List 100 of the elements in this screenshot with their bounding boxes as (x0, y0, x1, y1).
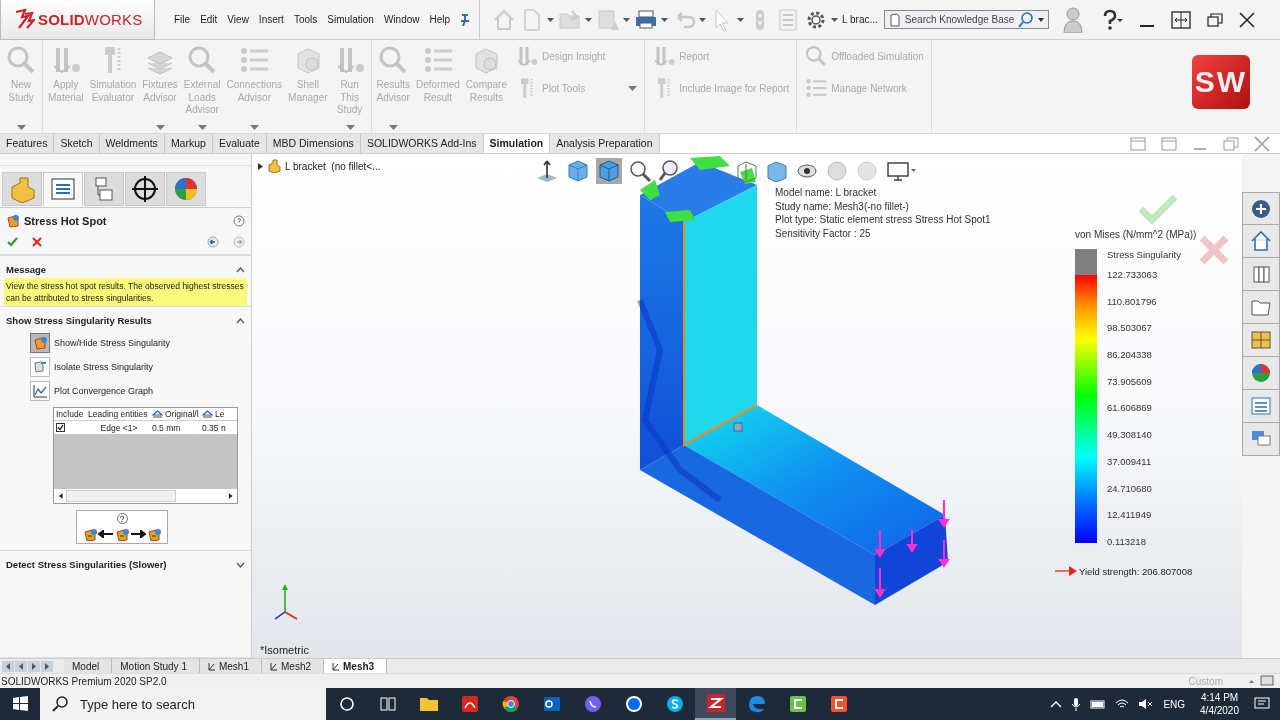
pin-icon[interactable] (459, 13, 470, 26)
microphone-icon[interactable] (1071, 697, 1082, 711)
shaded-cube-icon[interactable] (596, 158, 622, 184)
study-tab[interactable]: Mesh2 (262, 659, 324, 673)
scroll-first-icon[interactable] (2, 660, 14, 672)
ok-check-icon[interactable] (7, 237, 18, 247)
command-tab[interactable]: Analysis Preparation (550, 134, 660, 153)
section-view-icon[interactable] (736, 160, 758, 182)
menu-item[interactable]: Edit (195, 14, 223, 25)
scroll-prev-icon[interactable] (15, 660, 27, 672)
study-tab[interactable]: Model (64, 659, 113, 673)
menu-item[interactable]: Window (378, 14, 425, 25)
chevron-up-icon[interactable] (1050, 700, 1063, 708)
close-icon[interactable] (1238, 11, 1255, 28)
study-tab[interactable]: Mesh1 (199, 659, 262, 673)
caret-icon[interactable] (737, 17, 745, 22)
caret-icon[interactable] (661, 17, 669, 22)
tile-window-icon[interactable] (1130, 136, 1146, 151)
action-label[interactable]: Plot Convergence Graph (54, 386, 154, 396)
action-button[interactable] (30, 333, 50, 353)
search-icon[interactable] (1017, 11, 1034, 28)
notifications-icon[interactable] (1254, 697, 1270, 711)
caret-icon[interactable] (623, 17, 631, 22)
tree-item-label[interactable]: L bracket (no fillet<... (285, 160, 381, 172)
battery-icon[interactable] (1090, 699, 1107, 709)
yield-strength-text: Yield strength: 206.807008 (1079, 565, 1193, 577)
menu-item[interactable]: Help (424, 14, 456, 25)
view-palette-icon[interactable] (1250, 329, 1272, 351)
monitor-icon[interactable] (886, 160, 916, 182)
print-icon[interactable] (634, 7, 659, 32)
section-title[interactable]: Detect Stress Singularities (Slower) (6, 559, 167, 570)
previous-hot-spot-icon[interactable] (83, 527, 97, 541)
status-text: SOLIDWORKS Premium 2020 SP2.0 (1, 675, 167, 687)
fit-window-icon[interactable] (1170, 10, 1191, 29)
action-label[interactable]: Isolate Stress Singularity (54, 362, 154, 372)
caret-icon[interactable] (1037, 17, 1044, 22)
command-tab[interactable]: Simulation (483, 134, 551, 153)
search-input[interactable]: Type here to search (78, 695, 326, 713)
command-tab[interactable]: MBD Dimensions (266, 134, 361, 153)
caret-icon[interactable] (699, 17, 707, 22)
command-tab[interactable]: SOLIDWORKS Add-Ins (360, 134, 484, 153)
clock-date[interactable]: 4/4/2020 (1200, 704, 1239, 717)
command-tab[interactable]: Sketch (54, 134, 100, 153)
collapse-icon[interactable] (236, 266, 245, 273)
menu-item[interactable]: Tools (288, 14, 323, 25)
menu-item[interactable]: Insert (253, 14, 289, 25)
left-arrow-icon[interactable] (98, 530, 114, 538)
column-header[interactable]: Original/l (150, 409, 202, 419)
wifi-icon[interactable] (1115, 698, 1130, 710)
cube-view-icon[interactable] (565, 158, 591, 184)
volume-muted-icon[interactable] (1138, 698, 1155, 710)
language-indicator[interactable]: ENG (1163, 698, 1186, 710)
taskbar-search-field[interactable]: Type here to search (40, 688, 326, 720)
panel-title: Stress Hot Spot (24, 215, 108, 227)
command-tab[interactable]: Features (0, 134, 55, 153)
column-header[interactable]: Include (54, 409, 88, 419)
section-title[interactable]: Message (6, 264, 47, 275)
scroll-thumb[interactable] (65, 490, 176, 502)
column-header[interactable]: Le (202, 409, 237, 419)
action-button[interactable] (30, 357, 50, 377)
next-hot-spot-icon[interactable] (147, 527, 161, 541)
back-icon[interactable] (207, 236, 219, 248)
section-title[interactable]: Show Stress Singularity Results (6, 315, 152, 326)
library-icon[interactable] (1250, 263, 1272, 285)
study-tab[interactable]: Mesh3 (324, 659, 388, 673)
caret-icon[interactable] (831, 17, 839, 22)
command-tab[interactable]: Markup (164, 134, 213, 153)
caret-icon[interactable] (547, 17, 555, 22)
expand-arrow-icon[interactable] (258, 162, 263, 170)
scroll-last-icon[interactable] (41, 660, 53, 672)
display-style-icon[interactable] (766, 160, 788, 182)
command-tab[interactable]: Weldments (99, 134, 165, 153)
command-tab[interactable]: Evaluate (212, 134, 267, 153)
collapse-icon[interactable] (236, 317, 245, 324)
search-input[interactable]: Search Knowledge Base (904, 14, 1014, 25)
scroll-next-icon[interactable] (28, 660, 40, 672)
study-tab[interactable]: Motion Study 1 (112, 659, 200, 673)
resources-icon[interactable] (1250, 197, 1272, 220)
search-field[interactable]: Search Knowledge Base (883, 10, 1049, 29)
restore-icon[interactable] (1206, 12, 1223, 27)
action-button[interactable] (30, 381, 50, 401)
custom-properties-icon[interactable] (1250, 395, 1272, 417)
home-icon[interactable] (1250, 230, 1272, 252)
confirm-check-icon[interactable] (1138, 194, 1178, 224)
menu-item[interactable]: Simulation (322, 14, 379, 25)
cancel-x-icon[interactable] (32, 237, 42, 247)
clock-time[interactable]: 4:14 PM (1200, 691, 1239, 704)
tooltip-icon[interactable] (1260, 675, 1274, 687)
hot-spot-icon[interactable] (115, 527, 129, 541)
panel-tab[interactable] (125, 172, 165, 206)
menu-item[interactable]: View (222, 14, 254, 25)
appearance-icon[interactable] (1250, 362, 1272, 384)
zoom-to-fit-icon[interactable] (627, 158, 653, 184)
right-arrow-icon[interactable] (130, 530, 146, 538)
expand-icon[interactable] (236, 561, 245, 568)
caret-icon[interactable] (585, 17, 593, 22)
column-header[interactable]: Leading entities (88, 409, 150, 419)
menu-item[interactable]: File (169, 14, 196, 25)
checkbox[interactable] (56, 423, 65, 432)
action-label[interactable]: Show/Hide Stress Singularity (54, 338, 171, 348)
